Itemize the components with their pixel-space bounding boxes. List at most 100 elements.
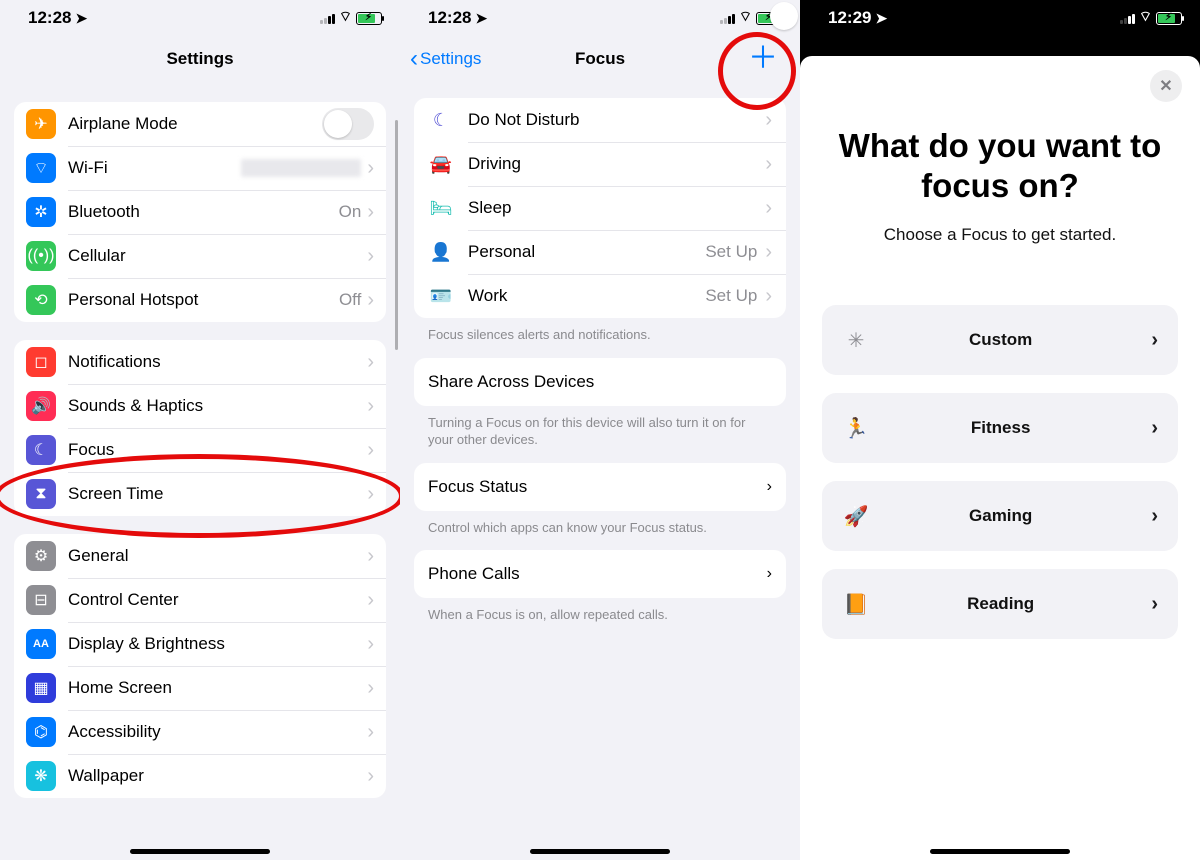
focus-option-gaming[interactable]: 🚀Gaming› [822,481,1178,551]
cellular-icon: ((•)) [26,241,56,271]
focus-row-personal[interactable]: 👤PersonalSet Up› [414,230,786,274]
option-label: Custom [864,330,1137,350]
option-label: Gaming [864,506,1137,526]
home-indicator[interactable] [130,849,270,854]
focus-option-reading[interactable]: 📙Reading› [822,569,1178,639]
settings-row-focus[interactable]: ☾Focus› [14,428,386,472]
close-button[interactable]: ✕ [1150,70,1182,102]
settings-row-notifications[interactable]: ◻︎ Notifications› [14,340,386,384]
clock: 12:28 [28,8,71,28]
chevron-right-icon: › [367,633,374,656]
row-label: Focus [68,440,367,460]
focus-option-fitness[interactable]: 🏃Fitness› [822,393,1178,463]
page-title: Settings [166,49,233,69]
status-bar: 12:28 ➤ ⌔ ⚡︎ [0,0,400,34]
screenshot-focus: 12:28 ➤ ⌔ ⚡︎ ‹ Settings Focus ＋ ☾Do Not … [400,0,800,860]
toggle[interactable] [322,108,374,140]
chevron-right-icon: › [367,439,374,462]
footer-text: When a Focus is on, allow repeated calls… [400,598,800,624]
settings-row-wallpaper[interactable]: ❋Wallpaper› [14,754,386,798]
settings-row-general[interactable]: ⚙︎General› [14,534,386,578]
nav-bar: Settings [0,34,400,84]
scrollbar[interactable] [395,120,398,350]
page-title: Focus [575,49,625,69]
chevron-right-icon: › [765,285,772,308]
settings-row-accessibility[interactable]: ⌬ Accessibility› [14,710,386,754]
home-indicator[interactable] [530,849,670,854]
focus-row-driving[interactable]: 🚘 Driving› [414,142,786,186]
settings-row-display-brightness[interactable]: AADisplay & Brightness› [14,622,386,666]
focus-status-group: Focus Status › [414,463,786,511]
chevron-right-icon: › [367,721,374,744]
wifi-icon: ⌔ [1139,8,1152,26]
chevron-right-icon: › [367,351,374,374]
control-center-icon: ⊟ [26,585,56,615]
settings-row-home-screen[interactable]: ▦Home Screen› [14,666,386,710]
settings-group-general: ⚙︎General›⊟Control Center›AADisplay & Br… [14,534,386,798]
chevron-right-icon: › [367,395,374,418]
phone-calls-row[interactable]: Phone Calls › [414,550,786,598]
settings-row-control-center[interactable]: ⊟Control Center› [14,578,386,622]
chevron-right-icon: › [765,153,772,176]
row-label: Personal [468,242,705,262]
focus-row-sleep[interactable]: 🛏Sleep› [414,186,786,230]
share-group: Share Across Devices [414,358,786,406]
location-icon: ➤ [475,10,487,27]
row-label: Bluetooth [68,202,339,222]
wifi-icon: ⌔ [339,8,352,26]
settings-row-personal-hotspot[interactable]: ⟲Personal HotspotOff› [14,278,386,322]
location-icon: ➤ [75,10,87,27]
chevron-right-icon: › [367,483,374,506]
settings-row-bluetooth[interactable]: ✲BluetoothOn› [14,190,386,234]
footer-text: Focus silences alerts and notifications. [400,318,800,344]
sleep-icon: 🛏 [428,198,454,219]
row-label: Notifications [68,352,367,372]
row-label: Airplane Mode [68,114,322,134]
wallpaper-icon: ❋ [26,761,56,791]
chevron-right-icon: › [765,241,772,264]
settings-row-screen-time[interactable]: ⧗Screen Time› [14,472,386,516]
option-label: Fitness [864,418,1137,438]
back-button[interactable]: ‹ Settings [410,45,481,73]
chevron-right-icon: › [767,565,772,583]
focus-option-custom[interactable]: ✳︎Custom› [822,305,1178,375]
chevron-right-icon: › [367,245,374,268]
row-label: Sounds & Haptics [68,396,367,416]
settings-row-wi-fi[interactable]: ⌔Wi-Fi› [14,146,386,190]
focus-status-label: Focus Status [428,477,527,497]
row-label: Cellular [68,246,367,266]
accessibility-icon: ⌬ [26,717,56,747]
row-label: Driving [468,154,765,174]
focus-status-row[interactable]: Focus Status › [414,463,786,511]
screen-time-icon: ⧗ [26,479,56,509]
bluetooth-icon: ✲ [26,197,56,227]
row-label: Accessibility [68,722,367,742]
personal-icon: 👤 [428,242,454,263]
home-indicator[interactable] [930,849,1070,854]
home-screen-icon: ▦ [26,673,56,703]
row-label: Home Screen [68,678,367,698]
focus-row-work[interactable]: 🪪WorkSet Up› [414,274,786,318]
settings-row-cellular[interactable]: ((•)) Cellular› [14,234,386,278]
settings-row-sounds-haptics[interactable]: 🔊Sounds & Haptics› [14,384,386,428]
chevron-left-icon: ‹ [410,45,418,73]
wifi-icon: ⌔ [739,8,752,26]
chevron-right-icon: › [1151,593,1158,616]
chevron-right-icon: › [765,197,772,220]
airplane-mode-icon: ✈︎ [26,109,56,139]
add-focus-button[interactable]: ＋ [748,44,778,74]
personal-hotspot-icon: ⟲ [26,285,56,315]
chevron-right-icon: › [367,157,374,180]
focus-row-do-not-disturb[interactable]: ☾Do Not Disturb› [414,98,786,142]
chevron-right-icon: › [367,201,374,224]
modal-title: What do you want to focus on? [800,126,1200,205]
notifications-icon: ◻︎ [26,347,56,377]
row-detail: Set Up [705,286,757,306]
settings-row-airplane-mode[interactable]: ✈︎ Airplane Mode [14,102,386,146]
phone-calls-label: Phone Calls [428,564,520,584]
footer-text: Control which apps can know your Focus s… [400,511,800,537]
location-icon: ➤ [875,10,887,27]
driving-icon: 🚘 [428,154,454,175]
chevron-right-icon: › [1151,417,1158,440]
share-across-devices-row[interactable]: Share Across Devices [414,358,786,406]
